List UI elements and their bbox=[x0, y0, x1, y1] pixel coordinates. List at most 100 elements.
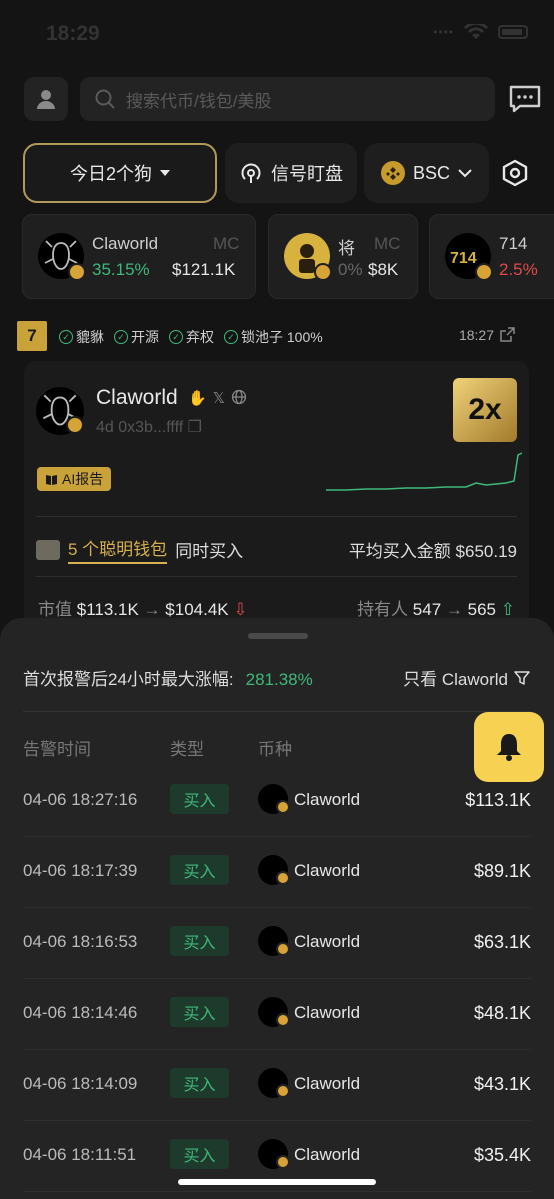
row-time: 04-06 18:16:53 bbox=[23, 932, 138, 951]
arrow-up-icon: ⇧ bbox=[500, 600, 515, 619]
average-buy: 平均买入金额 $650.19 bbox=[348, 542, 517, 561]
row-type-badge: 买入 bbox=[170, 1139, 229, 1169]
tag-label: 锁池子 100% bbox=[241, 329, 323, 345]
chip-cap: $8K bbox=[368, 260, 399, 279]
chip-pct: 35.15% bbox=[92, 260, 150, 279]
row-type-badge: 买入 bbox=[170, 855, 229, 885]
tag-item: ✓ 开源 bbox=[114, 327, 159, 347]
header-time: 告警时间 bbox=[23, 740, 91, 759]
bsc-badge-icon bbox=[66, 416, 84, 434]
caret-down-icon bbox=[160, 170, 170, 176]
row-coin: Claworld bbox=[294, 1003, 361, 1022]
smart-wallet-info[interactable]: 5 个聪明钱包 同时买入 bbox=[36, 535, 243, 564]
token-links: ✋ 𝕏 bbox=[188, 389, 247, 407]
header-type: 类型 bbox=[170, 740, 204, 759]
book-icon bbox=[46, 474, 57, 485]
row-amount: $89.1K bbox=[473, 861, 531, 881]
tag-item: ✓ 弃权 bbox=[169, 327, 214, 347]
mcap-label: 市值 bbox=[38, 600, 72, 619]
chain-label: BSC bbox=[412, 162, 450, 183]
globe-icon[interactable] bbox=[231, 389, 247, 405]
table-row[interactable]: 04-06 18:17:39 买入 Claworld $89.1K bbox=[23, 837, 531, 908]
mcap-to: $104.4K bbox=[165, 600, 229, 619]
bsc-badge-icon bbox=[276, 1013, 290, 1027]
search-bar[interactable]: 搜索代币/钱包/美股 bbox=[80, 77, 495, 121]
row-time: 04-06 18:14:46 bbox=[23, 1003, 138, 1022]
chain-dropdown[interactable]: BSC bbox=[364, 143, 489, 203]
check-icon: ✓ bbox=[114, 330, 128, 344]
signal-watch-button[interactable]: 信号盯盘 bbox=[225, 143, 357, 203]
smart-wallet-text: 同时买入 bbox=[175, 542, 244, 561]
today-dropdown[interactable]: 今日2个狗 bbox=[23, 143, 217, 203]
only-claworld-filter[interactable]: 只看 Claworld bbox=[403, 665, 530, 690]
signal-icon: •••• bbox=[433, 25, 454, 39]
sheet-drag-handle[interactable] bbox=[248, 633, 308, 639]
home-indicator[interactable] bbox=[178, 1179, 376, 1185]
check-icon: ✓ bbox=[224, 330, 238, 344]
x-icon[interactable]: 𝕏 bbox=[213, 389, 225, 407]
row-time: 04-06 18:17:39 bbox=[23, 861, 138, 880]
signal-time: 18:27 bbox=[459, 327, 515, 343]
hand-icon[interactable]: ✋ bbox=[188, 389, 207, 407]
header-coin: 币种 bbox=[258, 740, 292, 759]
bsc-badge-icon bbox=[276, 871, 290, 885]
chip-pct: 0% bbox=[338, 260, 363, 279]
max-rise: 首次报警后24小时最大涨幅: 281.38% bbox=[23, 665, 313, 690]
mcap-holders-row: 市值 $113.1K → $104.4K ⇩ 持有人 547 → 565 ⇧ bbox=[38, 595, 515, 620]
bsc-icon bbox=[380, 161, 405, 185]
chip-mc-label: MC bbox=[374, 234, 401, 253]
chevron-down-icon bbox=[458, 168, 472, 177]
tag-label: 貔貅 bbox=[76, 329, 104, 345]
signal-card[interactable]: 7 ✓ 貔貅 ✓ 开源 ✓ 弃权 ✓ 锁池子 100% 18:27 Claworld ✋… bbox=[17, 313, 529, 641]
copy-icon[interactable]: ❐ bbox=[188, 419, 202, 436]
max-rise-label: 首次报警后24小时最大涨幅: bbox=[23, 670, 234, 689]
holders-to: 565 bbox=[467, 600, 497, 619]
row-amount: $113.1K bbox=[465, 790, 531, 810]
table-row[interactable]: 04-06 18:16:53 买入 Claworld $63.1K bbox=[23, 908, 531, 979]
table-row[interactable]: 04-06 18:14:46 买入 Claworld $48.1K bbox=[23, 979, 531, 1050]
coin-chip-714[interactable]: 714 714 2.5% bbox=[429, 214, 554, 299]
tag-label: 弃权 bbox=[186, 329, 214, 345]
divider bbox=[23, 711, 531, 712]
holders-change: 持有人 547 → 565 ⇧ bbox=[357, 595, 515, 620]
message-icon[interactable] bbox=[508, 84, 542, 114]
external-link-icon[interactable] bbox=[500, 327, 515, 342]
row-amount: $43.1K bbox=[473, 1074, 531, 1094]
bsc-badge-icon bbox=[276, 800, 290, 814]
ai-report-button[interactable]: AI报告 bbox=[37, 467, 112, 491]
divider bbox=[36, 576, 517, 577]
signal-time-text: 18:27 bbox=[458, 327, 494, 343]
wallet-icon bbox=[36, 539, 60, 560]
chip-cap: $121.1K bbox=[172, 260, 236, 279]
table-row[interactable]: 04-06 18:14:09 买入 Claworld $43.1K bbox=[23, 1050, 531, 1121]
table-row[interactable]: 04-06 18:27:16 买入 Claworld $113.1K bbox=[23, 766, 531, 837]
profile-button[interactable] bbox=[24, 77, 68, 121]
coin-chip-jiang[interactable]: 将 MC 0% $8K bbox=[268, 214, 418, 299]
bell-icon bbox=[497, 734, 521, 761]
smart-wallet-count[interactable]: 5 个聪明钱包 bbox=[68, 535, 168, 564]
check-icon: ✓ bbox=[59, 330, 73, 344]
settings-button[interactable] bbox=[497, 143, 533, 203]
today-label: 今日2个狗 bbox=[69, 164, 152, 184]
price-sparkline bbox=[326, 452, 522, 491]
holders-from: 547 bbox=[412, 600, 442, 619]
chip-pct: 2.5% bbox=[499, 260, 538, 279]
chip-name: Claworld bbox=[92, 234, 159, 253]
bsc-badge-icon bbox=[314, 263, 332, 281]
row-amount: $48.1K bbox=[473, 1003, 531, 1023]
search-placeholder: 搜索代币/钱包/美股 bbox=[126, 91, 272, 111]
arrow-right-icon: → bbox=[445, 600, 463, 619]
search-icon bbox=[95, 89, 115, 109]
radar-icon bbox=[241, 163, 261, 183]
chip-name: 714 bbox=[499, 234, 528, 253]
status-icons: •••• bbox=[433, 24, 528, 40]
row-coin: Claworld bbox=[294, 790, 361, 809]
row-type-badge: 买入 bbox=[170, 1068, 229, 1098]
alert-history-sheet: 首次报警后24小时最大涨幅: 281.38% 只看 Claworld 告警时间 类… bbox=[0, 618, 554, 1199]
filter-icon bbox=[514, 670, 530, 685]
safety-tags: ✓ 貔貅 ✓ 开源 ✓ 弃权 ✓ 锁池子 100% bbox=[59, 327, 323, 347]
coin-chip-claworld[interactable]: Claworld MC 35.15% $121.1K bbox=[22, 214, 256, 299]
bsc-badge-icon bbox=[68, 263, 86, 281]
arrow-down-icon: ⇩ bbox=[233, 600, 248, 619]
row-coin: Claworld bbox=[294, 932, 361, 951]
